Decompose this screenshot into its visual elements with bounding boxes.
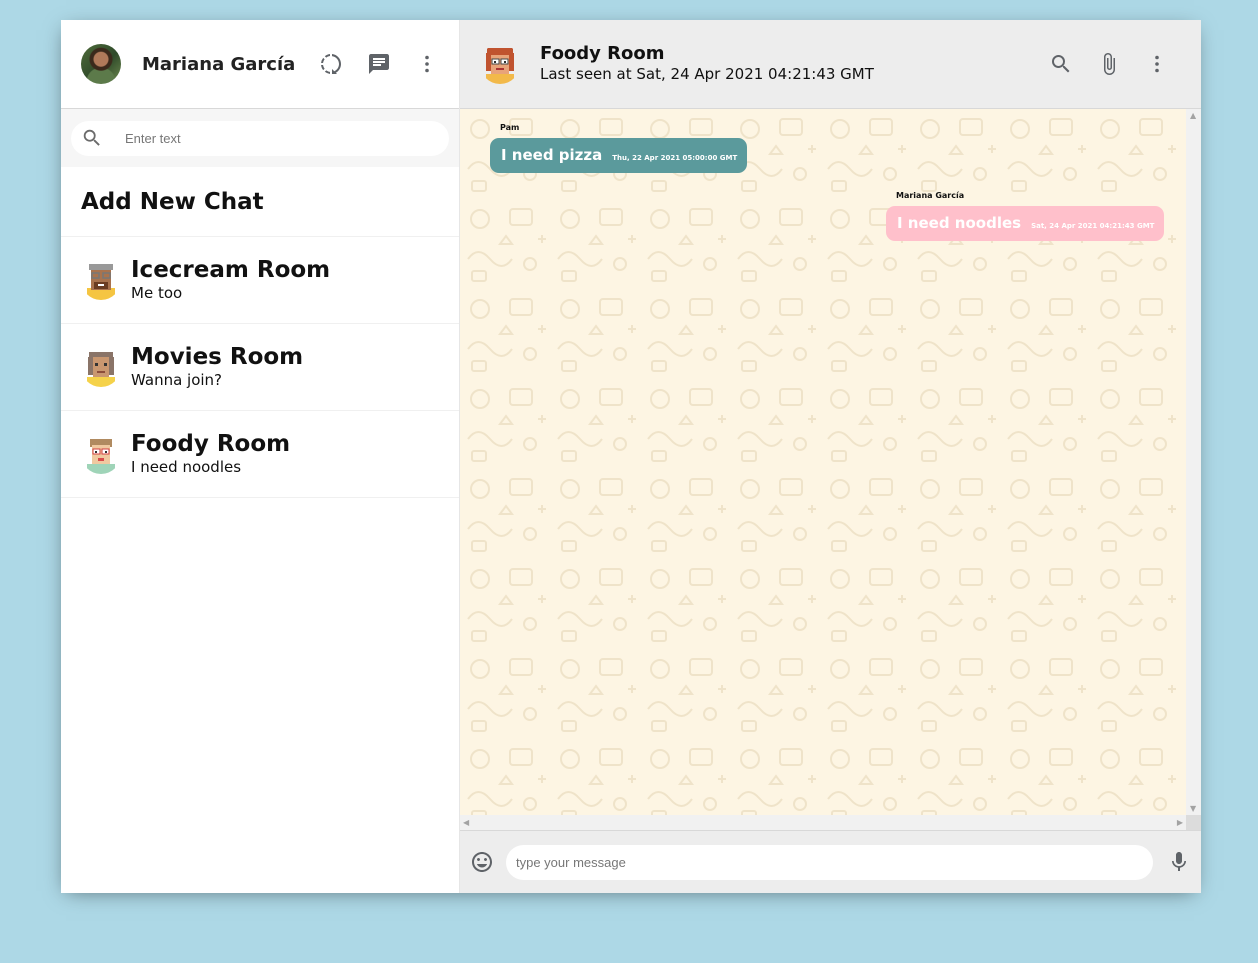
app-window: Mariana García Add New Chat — [61, 20, 1201, 893]
search-box — [71, 120, 449, 156]
room-avatar[interactable] — [480, 44, 520, 84]
search-input[interactable] — [123, 129, 439, 147]
chat-info: Movies Room Wanna join? — [131, 344, 303, 390]
chat-info: Icecream Room Me too — [131, 257, 330, 303]
message-timestamp: Sat, 24 Apr 2021 04:21:43 GMT — [1031, 222, 1155, 230]
sidebar-header-actions — [319, 52, 439, 76]
vertical-scrollbar[interactable]: ▲ ▼ — [1186, 109, 1201, 815]
scroll-left-arrow[interactable]: ◀ — [463, 818, 469, 827]
more-vert-icon — [1155, 55, 1159, 73]
chat-body[interactable]: Pam I need pizza Thu, 22 Apr 2021 05:00:… — [460, 109, 1201, 830]
chat-menu-button[interactable] — [1145, 52, 1169, 76]
sidebar-header: Mariana García — [61, 20, 459, 109]
message-bubble: I need noodles Sat, 24 Apr 2021 04:21:43… — [886, 206, 1165, 241]
chat-list-item-icecream-room[interactable]: Icecream Room Me too — [61, 237, 459, 324]
message-sent: Mariana García I need noodles Sat, 24 Ap… — [886, 191, 1165, 241]
chat-header: Foody Room Last seen at Sat, 24 Apr 2021… — [460, 20, 1201, 109]
message-bubble: I need pizza Thu, 22 Apr 2021 05:00:00 G… — [490, 138, 748, 173]
mic-icon — [1172, 852, 1186, 871]
search-messages-button[interactable] — [1049, 52, 1073, 76]
chat-info: Foody Room I need noodles — [131, 431, 290, 477]
chat-last-message: Wanna join? — [131, 371, 223, 389]
chat-panel: Foody Room Last seen at Sat, 24 Apr 2021… — [460, 20, 1201, 893]
chat-title: Foody Room — [131, 431, 291, 457]
message-received: Pam I need pizza Thu, 22 Apr 2021 05:00:… — [490, 123, 748, 173]
sidebar-menu-button[interactable] — [415, 52, 439, 76]
chat-footer — [460, 830, 1201, 893]
horizontal-scrollbar[interactable]: ◀ ▶ — [460, 815, 1186, 830]
search-container — [61, 109, 459, 167]
emoji-button[interactable] — [470, 850, 494, 874]
movies-room-avatar — [81, 347, 121, 387]
message-input[interactable] — [506, 844, 1153, 880]
chat-list-item-movies-room[interactable]: Movies Room Wanna join? — [61, 324, 459, 411]
chat-header-actions — [1049, 52, 1169, 76]
message-timestamp: Thu, 22 Apr 2021 05:00:00 GMT — [612, 154, 738, 162]
more-vert-icon — [425, 55, 429, 73]
message-text: I need pizza — [501, 146, 603, 164]
room-name: Foody Room — [540, 43, 665, 64]
room-last-seen: Last seen at Sat, 24 Apr 2021 04:21:43 G… — [540, 65, 874, 83]
scroll-right-arrow[interactable]: ▶ — [1177, 818, 1183, 827]
chat-list-item-foody-room[interactable]: Foody Room I need noodles — [61, 411, 459, 498]
voice-message-button[interactable] — [1167, 850, 1191, 874]
scrollbar-corner — [1186, 815, 1201, 830]
add-new-chat-button[interactable]: Add New Chat — [61, 167, 459, 237]
foody-room-avatar — [81, 434, 121, 474]
search-icon — [1052, 55, 1070, 73]
room-info: Foody Room Last seen at Sat, 24 Apr 2021… — [540, 44, 1049, 84]
sidebar: Mariana García Add New Chat — [61, 20, 460, 893]
new-chat-button[interactable] — [367, 52, 391, 76]
status-icon — [321, 54, 341, 74]
icecream-room-avatar — [81, 260, 121, 300]
message-text: I need noodles — [897, 214, 1022, 232]
scroll-up-arrow[interactable]: ▲ — [1190, 111, 1196, 120]
message-sender: Mariana García — [896, 191, 965, 200]
status-button[interactable] — [319, 52, 343, 76]
search-icon — [83, 129, 100, 146]
chat-title: Icecream Room — [131, 257, 331, 283]
attach-icon — [1104, 53, 1115, 75]
message-sender: Pam — [500, 123, 520, 132]
user-name: Mariana García — [142, 53, 296, 75]
chat-last-message: Me too — [131, 284, 183, 302]
chat-icon — [369, 54, 389, 74]
chat-last-message: I need noodles — [131, 458, 242, 476]
chat-title: Movies Room — [131, 344, 304, 370]
emoji-icon — [472, 852, 492, 872]
user-avatar[interactable] — [81, 44, 121, 84]
attach-button[interactable] — [1097, 52, 1121, 76]
scroll-down-arrow[interactable]: ▼ — [1190, 804, 1196, 813]
